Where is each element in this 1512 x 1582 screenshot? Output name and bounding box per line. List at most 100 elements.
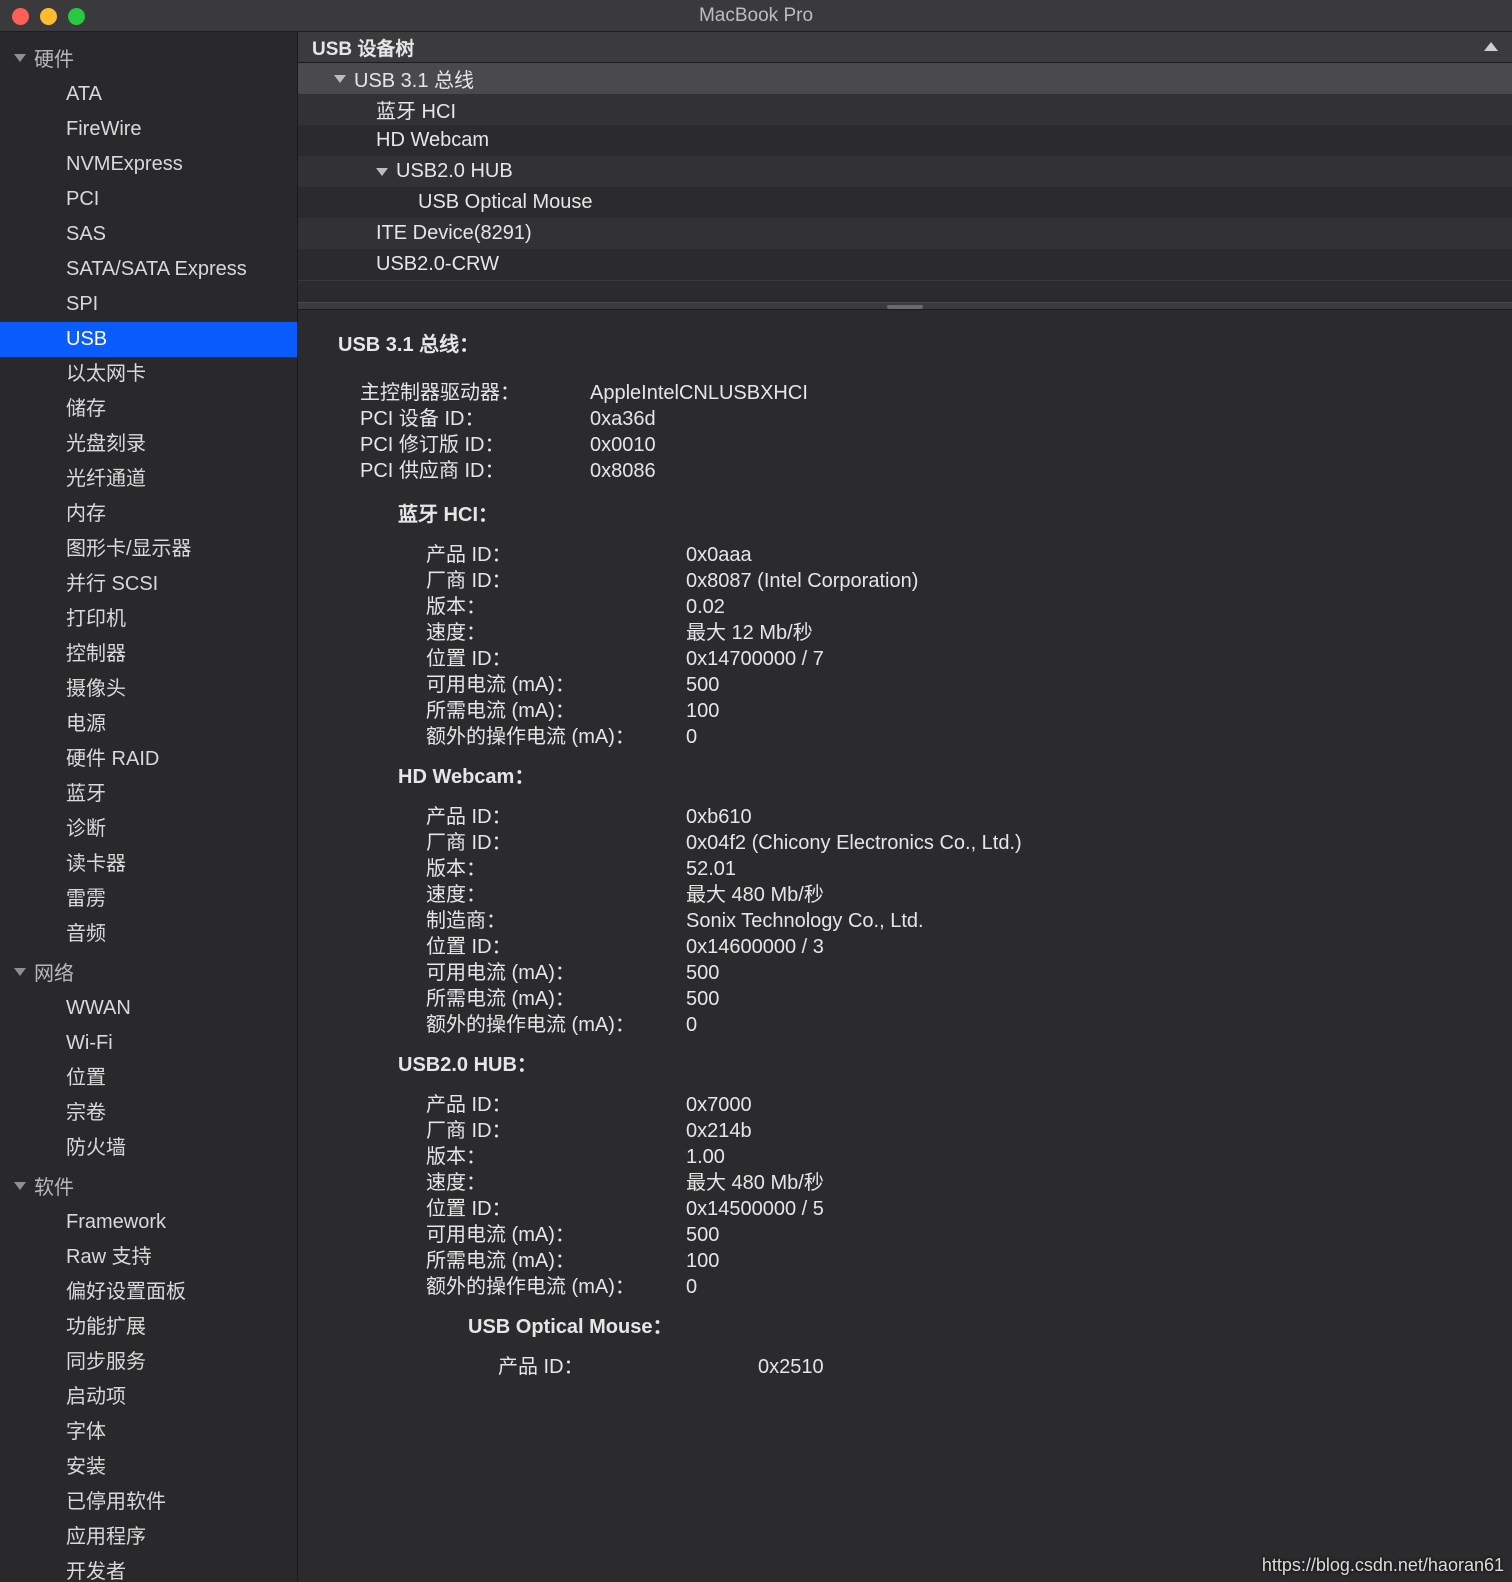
tree-header[interactable]: USB 设备树 <box>298 32 1512 63</box>
property-row: 厂商 ID：0x04f2 (Chicony Electronics Co., L… <box>426 830 1484 856</box>
sidebar-item[interactable]: SAS <box>0 217 297 252</box>
property-key: 产品 ID： <box>498 1354 758 1380</box>
tree-row-label: USB 3.1 总线 <box>354 64 474 93</box>
property-value: 0x7000 <box>686 1092 752 1118</box>
property-row: 所需电流 (mA)：500 <box>426 986 1484 1012</box>
sidebar-group-header[interactable]: 网络 <box>0 952 297 991</box>
close-button[interactable] <box>12 8 29 25</box>
property-row: 所需电流 (mA)：100 <box>426 1248 1484 1274</box>
sidebar-item[interactable]: 宗卷 <box>0 1096 297 1131</box>
sidebar-item[interactable]: 蓝牙 <box>0 777 297 812</box>
watermark-text: https://blog.csdn.net/haoran61 <box>1262 1555 1504 1576</box>
property-row: 速度：最大 480 Mb/秒 <box>426 882 1484 908</box>
tree-row[interactable]: 蓝牙 HCI <box>298 94 1512 125</box>
property-key: 位置 ID： <box>426 934 686 960</box>
tree-row[interactable]: ITE Device(8291) <box>298 218 1512 249</box>
property-row: 主控制器驱动器：AppleIntelCNLUSBXHCI <box>360 380 1484 406</box>
sidebar-item[interactable]: 摄像头 <box>0 672 297 707</box>
sidebar-item[interactable]: 内存 <box>0 497 297 532</box>
tree-empty-area <box>298 280 1512 302</box>
sidebar-item[interactable]: PCI <box>0 182 297 217</box>
tree-row[interactable]: USB 3.1 总线 <box>298 63 1512 94</box>
sidebar-item[interactable]: 同步服务 <box>0 1345 297 1380</box>
sidebar-item[interactable]: 字体 <box>0 1415 297 1450</box>
details-pane[interactable]: USB 3.1 总线：主控制器驱动器：AppleIntelCNLUSBXHCIP… <box>298 310 1512 1582</box>
sidebar-item[interactable]: 开发者 <box>0 1555 297 1582</box>
sidebar-item[interactable]: SPI <box>0 287 297 322</box>
property-row: 速度：最大 12 Mb/秒 <box>426 620 1484 646</box>
sidebar-item[interactable]: 电源 <box>0 707 297 742</box>
sidebar-item[interactable]: 防火墙 <box>0 1131 297 1166</box>
device-properties: 产品 ID：0x0aaa厂商 ID：0x8087 (Intel Corporat… <box>426 542 1484 750</box>
tree-row-label: USB Optical Mouse <box>418 191 593 214</box>
tree-row[interactable]: USB Optical Mouse <box>298 187 1512 218</box>
sidebar-item[interactable]: 光纤通道 <box>0 462 297 497</box>
sidebar-item[interactable]: 安装 <box>0 1450 297 1485</box>
sidebar-item[interactable]: FireWire <box>0 112 297 147</box>
sidebar-item[interactable]: USB <box>0 322 297 357</box>
sidebar-item[interactable]: 图形卡/显示器 <box>0 532 297 567</box>
device-heading: 蓝牙 HCI： <box>398 502 1484 528</box>
property-value: 0.02 <box>686 594 725 620</box>
property-row: 位置 ID：0x14700000 / 7 <box>426 646 1484 672</box>
sidebar-item[interactable]: Framework <box>0 1205 297 1240</box>
device-properties: 产品 ID：0x2510 <box>498 1354 1484 1380</box>
sidebar-item[interactable]: 位置 <box>0 1061 297 1096</box>
property-key: 版本： <box>426 856 686 882</box>
sidebar-item[interactable]: 以太网卡 <box>0 357 297 392</box>
property-row: 额外的操作电流 (mA)：0 <box>426 1012 1484 1038</box>
property-row: 可用电流 (mA)：500 <box>426 960 1484 986</box>
sidebar-item[interactable]: NVMExpress <box>0 147 297 182</box>
details-wrap: USB 3.1 总线：主控制器驱动器：AppleIntelCNLUSBXHCIP… <box>298 310 1512 1582</box>
tree-row[interactable]: USB2.0-CRW <box>298 249 1512 280</box>
fullscreen-button[interactable] <box>68 8 85 25</box>
property-key: 额外的操作电流 (mA)： <box>426 1012 686 1038</box>
sidebar-item[interactable]: 硬件 RAID <box>0 742 297 777</box>
sidebar-item[interactable]: 音频 <box>0 917 297 952</box>
sidebar-item[interactable]: 光盘刻录 <box>0 427 297 462</box>
device-heading: HD Webcam： <box>398 764 1484 790</box>
device-properties: 产品 ID：0xb610厂商 ID：0x04f2 (Chicony Electr… <box>426 804 1484 1038</box>
sidebar-item[interactable]: 雷雳 <box>0 882 297 917</box>
sidebar-item[interactable]: Wi-Fi <box>0 1026 297 1061</box>
property-key: 速度： <box>426 1170 686 1196</box>
tree-row[interactable]: HD Webcam <box>298 125 1512 156</box>
disclosure-down-icon <box>334 75 346 83</box>
property-row: 厂商 ID：0x8087 (Intel Corporation) <box>426 568 1484 594</box>
sidebar-item[interactable]: 储存 <box>0 392 297 427</box>
sidebar-item[interactable]: 控制器 <box>0 637 297 672</box>
tree-row[interactable]: USB2.0 HUB <box>298 156 1512 187</box>
sidebar-item[interactable]: ATA <box>0 77 297 112</box>
property-row: 速度：最大 480 Mb/秒 <box>426 1170 1484 1196</box>
sidebar-item[interactable]: 功能扩展 <box>0 1310 297 1345</box>
sidebar-item[interactable]: 启动项 <box>0 1380 297 1415</box>
property-value: 1.00 <box>686 1144 725 1170</box>
sidebar-group-header[interactable]: 硬件 <box>0 38 297 77</box>
minimize-button[interactable] <box>40 8 57 25</box>
property-key: 主控制器驱动器： <box>360 380 590 406</box>
split-drag-handle[interactable] <box>298 302 1512 310</box>
sidebar[interactable]: 硬件 ATAFireWireNVMExpressPCISASSATA/SATA E… <box>0 32 298 1582</box>
sidebar-group-label: 硬件 <box>34 43 74 72</box>
sidebar-item[interactable]: 并行 SCSI <box>0 567 297 602</box>
sidebar-item[interactable]: 已停用软件 <box>0 1485 297 1520</box>
property-key: 位置 ID： <box>426 646 686 672</box>
sidebar-group-header[interactable]: 软件 <box>0 1166 297 1205</box>
sidebar-item[interactable]: Raw 支持 <box>0 1240 297 1275</box>
sidebar-item[interactable]: 诊断 <box>0 812 297 847</box>
sidebar-item[interactable]: WWAN <box>0 991 297 1026</box>
details-title: USB 3.1 总线： <box>338 332 1484 358</box>
sidebar-item[interactable]: 应用程序 <box>0 1520 297 1555</box>
property-value: 0x04f2 (Chicony Electronics Co., Ltd.) <box>686 830 1022 856</box>
sidebar-item[interactable]: 偏好设置面板 <box>0 1275 297 1310</box>
sidebar-group-label: 软件 <box>34 1171 74 1200</box>
device-heading: USB2.0 HUB： <box>398 1052 1484 1078</box>
property-value: 0x14700000 / 7 <box>686 646 824 672</box>
property-key: 位置 ID： <box>426 1196 686 1222</box>
sidebar-item[interactable]: 读卡器 <box>0 847 297 882</box>
disclosure-down-icon <box>14 968 26 976</box>
sidebar-item[interactable]: SATA/SATA Express <box>0 252 297 287</box>
sidebar-item[interactable]: 打印机 <box>0 602 297 637</box>
property-value: 0x14500000 / 5 <box>686 1196 824 1222</box>
property-value: 最大 480 Mb/秒 <box>686 882 824 908</box>
